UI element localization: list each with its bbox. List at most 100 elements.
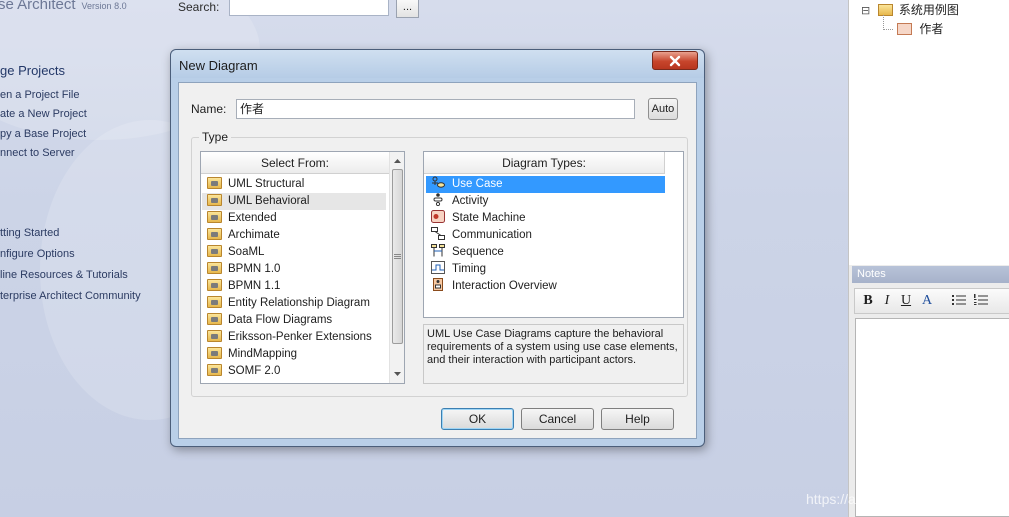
diagram-type-label: State Machine [452, 212, 526, 224]
copy-base-project-link[interactable]: py a Base Project [0, 128, 86, 140]
tree-node-root[interactable]: ⊟ 系统用例图 [861, 1, 959, 18]
select-from-item-label: BPMN 1.1 [228, 280, 281, 292]
manage-projects-heading: ge Projects [0, 63, 66, 78]
select-from-item-label: Data Flow Diagrams [228, 314, 333, 326]
interaction-overview-icon [431, 278, 445, 291]
diagram-type-label: Sequence [452, 246, 504, 258]
online-resources-link[interactable]: line Resources & Tutorials [0, 269, 128, 281]
select-from-item[interactable]: SOMF 2.0 [202, 363, 386, 380]
select-from-scrollbar[interactable] [389, 152, 404, 383]
select-from-item-label: UML Structural [228, 178, 305, 190]
folder-icon [207, 177, 222, 189]
notes-panel-title: Notes [852, 266, 1009, 283]
diagram-type-item[interactable]: Sequence [426, 244, 665, 261]
diagram-type-label: Use Case [452, 178, 503, 190]
notes-text-area[interactable] [855, 318, 1009, 517]
select-from-item-label: MindMapping [228, 348, 298, 360]
select-from-item-label: BPMN 1.0 [228, 263, 281, 275]
select-from-item[interactable]: Data Flow Diagrams [202, 312, 386, 329]
activity-icon [431, 193, 445, 207]
connect-server-link[interactable]: nnect to Server [0, 147, 75, 159]
italic-button[interactable]: I [880, 292, 894, 310]
open-project-link[interactable]: en a Project File [0, 89, 79, 101]
select-from-item[interactable]: Archimate [202, 227, 386, 244]
diagram-name-input[interactable]: 作者 [236, 99, 635, 119]
scroll-up-icon[interactable] [391, 154, 404, 168]
folder-icon [207, 313, 222, 325]
auto-name-button[interactable]: Auto [648, 98, 678, 120]
right-panel: ⊟ 系统用例图 作者 Notes B I U A [848, 0, 1009, 517]
select-from-item[interactable]: MindMapping [202, 346, 386, 363]
select-from-item-label: UML Behavioral [228, 195, 310, 207]
folder-icon [207, 279, 222, 291]
scrollbar-thumb[interactable] [392, 169, 403, 344]
select-from-item[interactable]: Eriksson-Penker Extensions [202, 329, 386, 346]
select-from-item[interactable]: BPMN 1.0 [202, 261, 386, 278]
communication-icon [431, 227, 445, 240]
diagram-description: UML Use Case Diagrams capture the behavi… [423, 324, 684, 384]
select-from-list[interactable]: Select From: UML Structural UML Behaviora… [200, 151, 405, 384]
search-input[interactable] [229, 0, 389, 16]
search-label: Search: [178, 0, 220, 14]
diagram-type-item[interactable]: Timing [426, 261, 665, 278]
tree-child-label: 作者 [919, 22, 944, 36]
diagram-type-item[interactable]: State Machine [426, 210, 665, 227]
folder-icon [207, 211, 222, 223]
getting-started-link[interactable]: tting Started [0, 227, 59, 239]
search-browse-button[interactable]: ... [396, 0, 419, 18]
select-from-item-label: SoaML [228, 246, 265, 258]
folder-icon [207, 330, 222, 342]
dialog-titlebar[interactable]: New Diagram [171, 50, 704, 78]
community-link[interactable]: terprise Architect Community [0, 290, 141, 302]
diagram-type-item[interactable]: Activity [426, 193, 665, 210]
help-button[interactable]: Help [601, 408, 674, 430]
folder-icon [207, 296, 222, 308]
dialog-title: New Diagram [179, 58, 258, 73]
sequence-icon [431, 244, 445, 257]
select-from-item-label: Entity Relationship Diagram [228, 297, 370, 309]
dialog-body: Name: 作者 Auto Type Select From: UML Stru… [178, 82, 697, 439]
tree-connector [883, 15, 893, 30]
bold-button[interactable]: B [861, 292, 875, 310]
ok-button[interactable]: OK [441, 408, 514, 430]
select-from-item-label: SOMF 2.0 [228, 365, 281, 377]
collapse-icon[interactable]: ⊟ [861, 5, 870, 17]
select-from-item[interactable]: UML Behavioral [202, 193, 386, 210]
folder-icon [207, 262, 222, 274]
notes-toolbar: B I U A [854, 288, 1009, 314]
diagram-type-label: Interaction Overview [452, 280, 557, 292]
configure-options-link[interactable]: nfigure Options [0, 248, 75, 260]
tree-node-child[interactable]: 作者 [897, 20, 943, 37]
folder-icon [207, 194, 222, 206]
select-from-item[interactable]: Extended [202, 210, 386, 227]
select-from-item[interactable]: SoaML [202, 244, 386, 261]
font-color-button[interactable]: A [918, 292, 936, 310]
timing-icon [431, 261, 445, 274]
watermark: https://aaeedu@51CTO博客 [806, 491, 982, 507]
state-machine-icon [431, 210, 445, 223]
numbered-list-icon[interactable] [973, 292, 989, 310]
diagram-types-list[interactable]: Diagram Types: Use Case Activity State Mac… [423, 151, 684, 318]
select-from-item[interactable]: BPMN 1.1 [202, 278, 386, 295]
project-browser-tree: ⊟ 系统用例图 作者 [849, 0, 1009, 265]
bullet-list-icon[interactable] [951, 292, 967, 310]
folder-icon [207, 245, 222, 257]
underline-button[interactable]: U [899, 292, 913, 310]
name-label: Name: [191, 102, 227, 116]
scroll-down-icon[interactable] [391, 367, 404, 381]
select-from-item-label: Extended [228, 212, 277, 224]
tree-root-label: 系统用例图 [898, 3, 959, 17]
diagram-type-label: Timing [452, 263, 487, 275]
new-project-link[interactable]: ate a New Project [0, 108, 87, 120]
folder-icon [207, 347, 222, 359]
diagram-type-item[interactable]: Use Case [426, 176, 665, 193]
close-icon[interactable] [652, 51, 698, 70]
diagram-type-item[interactable]: Communication [426, 227, 665, 244]
cancel-button[interactable]: Cancel [521, 408, 594, 430]
select-from-item[interactable]: Entity Relationship Diagram [202, 295, 386, 312]
select-from-item[interactable]: UML Structural [202, 176, 386, 193]
diagram-type-item[interactable]: Interaction Overview [426, 278, 665, 295]
diagram-icon [897, 23, 912, 35]
diagram-types-header: Diagram Types: [424, 152, 665, 174]
app-version: Version 8.0 [81, 1, 127, 11]
